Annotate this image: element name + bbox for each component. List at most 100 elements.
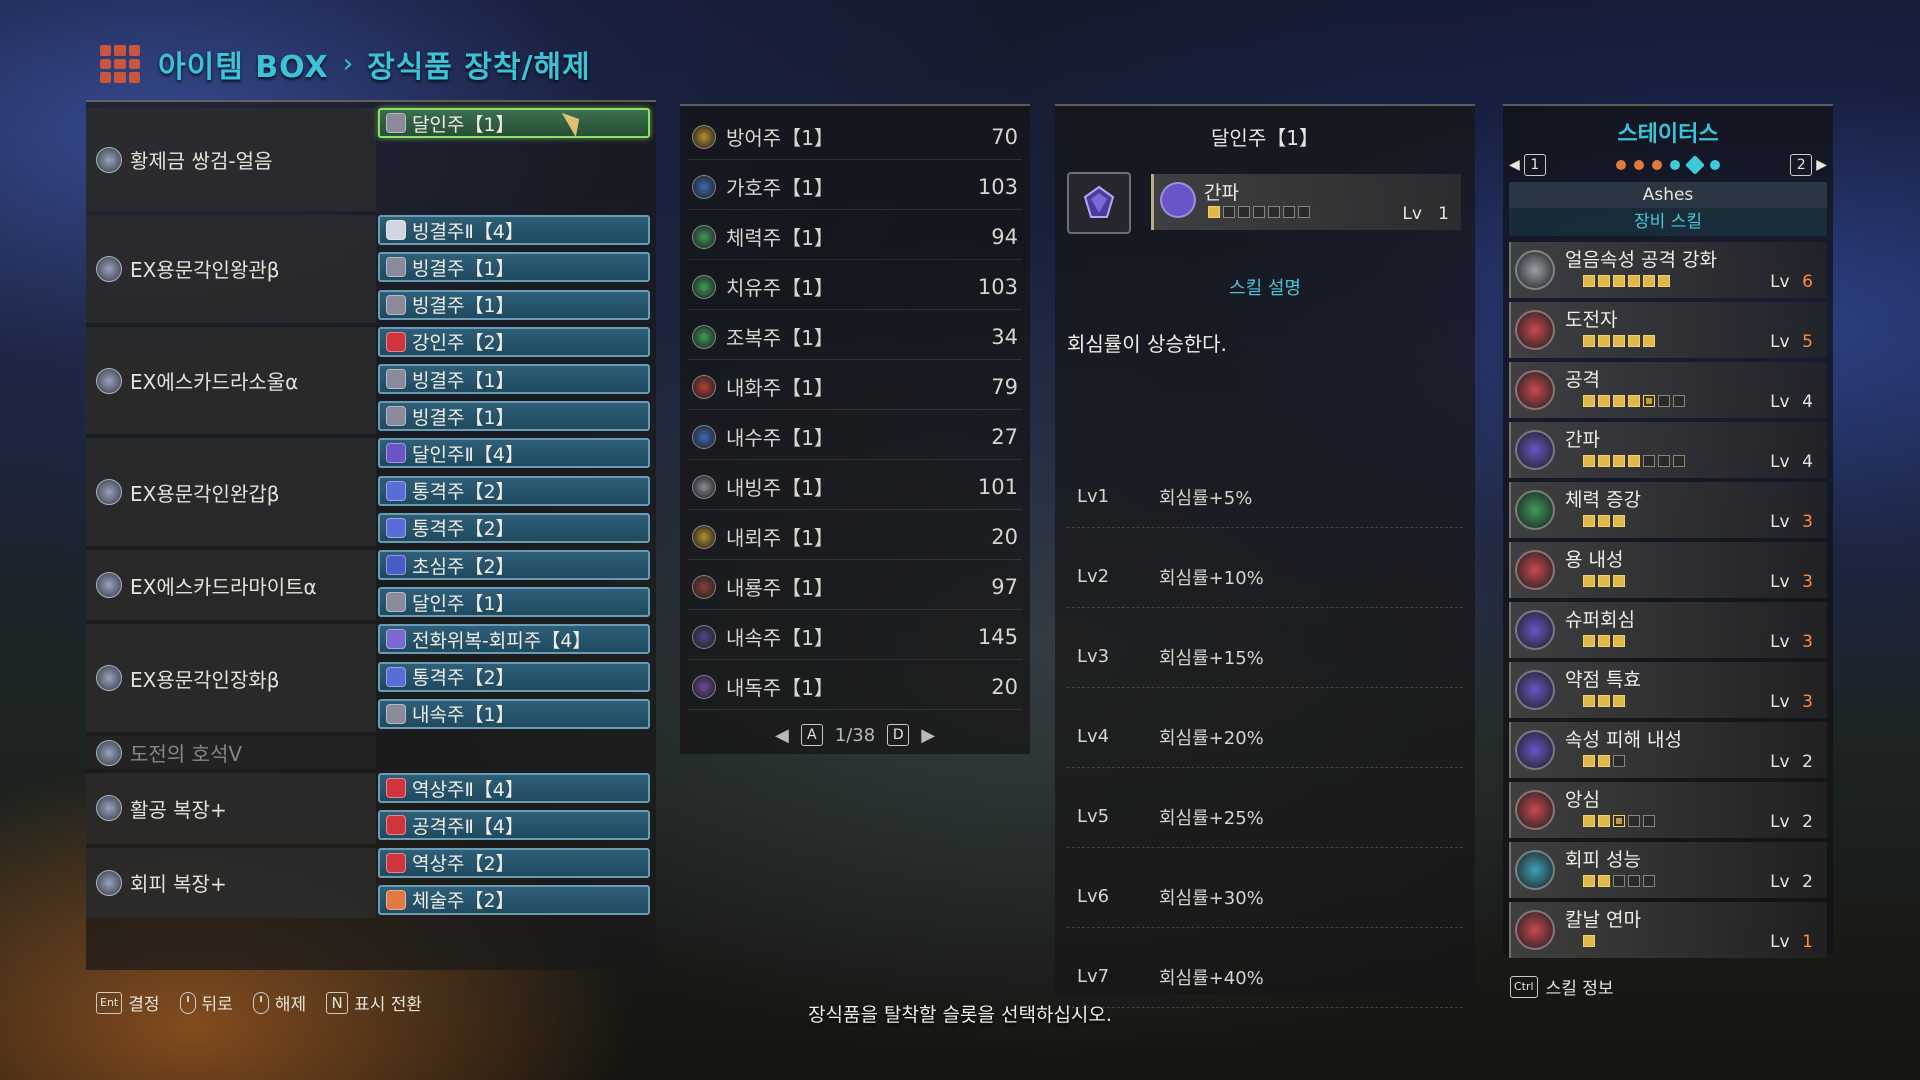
decoration-list-item[interactable]: 치유주【1】 103 <box>688 264 1022 310</box>
decoration-slot[interactable]: 체술주【2】 <box>378 884 650 915</box>
equipment-row[interactable]: EX용문각인장화β <box>86 624 376 732</box>
armor-piece-icon <box>96 665 122 692</box>
decoration-slot[interactable]: 달인주【1】 <box>378 587 650 618</box>
decoration-gem-icon <box>386 815 406 836</box>
decoration-list-item[interactable]: 내속주【1】 145 <box>688 614 1022 660</box>
decoration-slot[interactable]: 빙결주【1】 <box>378 401 650 432</box>
decoration-slot[interactable]: 강인주【2】 <box>378 326 650 357</box>
decoration-slot[interactable]: 달인주【1】 <box>378 108 650 138</box>
title-item-box: 아이템 BOX <box>158 50 329 85</box>
decoration-slot[interactable]: 내속주【1】 <box>378 698 650 729</box>
decoration-slot[interactable]: 달인주Ⅱ【4】 <box>378 438 650 469</box>
decoration-slot[interactable]: 빙결주【1】 <box>378 252 650 283</box>
decoration-gem-icon <box>692 274 716 299</box>
armor-piece-icon <box>96 795 122 822</box>
equip-skill-row[interactable]: 공격 Lv 4 <box>1509 362 1827 418</box>
skill-icon <box>1515 850 1555 890</box>
level-effect: 회심률+5% <box>1159 487 1253 509</box>
chevron-right-icon[interactable]: ▶ <box>1816 157 1827 173</box>
equipment-row[interactable]: 회피 복장+ <box>86 847 376 918</box>
equipment-name: 회피 복장+ <box>130 872 227 897</box>
decoration-count: 94 <box>991 224 1018 249</box>
equip-skill-row[interactable]: 속성 피해 내성 Lv 2 <box>1509 722 1827 778</box>
set-prev-key[interactable]: 1 <box>1523 154 1546 176</box>
equipment-row[interactable]: EX용문각인왕관β <box>86 215 376 323</box>
equip-skill-row[interactable]: 앙심 Lv 2 <box>1509 782 1827 838</box>
level-label: Lv4 <box>1077 726 1110 747</box>
decoration-slot[interactable]: 빙결주【1】 <box>378 364 650 394</box>
detail-skill-chip: 간파 Lv 1 <box>1151 174 1461 230</box>
equipment-panel: 황제금 쌍검-얼음 달인주【1】 EX용문각인왕관β 빙결주Ⅱ【4】 빙결주【1】 빙결주… <box>86 100 656 970</box>
equipment-row[interactable]: EX용문각인완갑β <box>86 438 376 546</box>
decoration-list-item[interactable]: 내수주【1】 27 <box>688 414 1022 460</box>
level-label: Lv1 <box>1077 486 1110 507</box>
decoration-name: 내속주【1】 <box>726 626 834 650</box>
equip-skill-row[interactable]: 용 내성 Lv 3 <box>1509 542 1827 598</box>
decoration-slot[interactable]: 통격주【2】 <box>378 661 650 692</box>
chevron-left-icon[interactable]: ◀ <box>1509 157 1520 173</box>
decoration-gem-icon <box>386 517 406 538</box>
decoration-list-item[interactable]: 체력주【1】 94 <box>688 214 1022 260</box>
slot-label: 초심주【2】 <box>412 555 515 578</box>
slot-label: 달인주Ⅱ【4】 <box>412 443 524 466</box>
decoration-list-item[interactable]: 내룡주【1】 97 <box>688 564 1022 610</box>
skill-level-pips <box>1583 875 1655 887</box>
detail-skill-level: Lv 1 <box>1402 204 1449 224</box>
equip-skill-row[interactable]: 간파 Lv 4 <box>1509 422 1827 478</box>
skill-level: Lv 5 <box>1770 332 1813 352</box>
slot-label: 달인주【1】 <box>412 592 515 615</box>
decoration-slot[interactable]: 전화위복-회피주【4】 <box>378 624 650 655</box>
decoration-list-item[interactable]: 내독주【1】 20 <box>688 664 1022 710</box>
next-page-key[interactable]: D <box>887 724 910 746</box>
skill-level-row: Lv6 회심률+30% <box>1067 866 1463 928</box>
equipment-row[interactable]: EX에스카드라마이트α <box>86 550 376 621</box>
equip-skill-row[interactable]: 슈퍼회심 Lv 3 <box>1509 602 1827 658</box>
equipment-row[interactable]: 황제금 쌍검-얼음 <box>86 108 376 212</box>
equip-skill-row[interactable]: 얼음속성 공격 강화 Lv 6 <box>1509 242 1827 298</box>
decoration-list-item[interactable]: 방어주【1】 70 <box>688 114 1022 160</box>
decoration-slot[interactable]: 역상주Ⅱ【4】 <box>378 773 650 804</box>
decoration-slot[interactable]: 초심주【2】 <box>378 550 650 580</box>
decoration-slot[interactable]: 빙결주Ⅱ【4】 <box>378 215 650 246</box>
equip-skill-row[interactable]: 도전자 Lv 5 <box>1509 302 1827 358</box>
decoration-gem-icon <box>692 174 716 199</box>
decoration-list-item[interactable]: 내뢰주【1】 20 <box>688 514 1022 560</box>
equip-skill-row[interactable]: 체력 증강 Lv 3 <box>1509 482 1827 538</box>
slot-label: 내속주【1】 <box>412 704 515 727</box>
title-separator: › <box>342 49 354 79</box>
skill-icon <box>1515 730 1555 770</box>
set-next-key[interactable]: 2 <box>1790 154 1813 176</box>
armor-piece-icon <box>96 479 122 506</box>
decoration-slot[interactable]: 빙결주【1】 <box>378 289 650 320</box>
decoration-count: 70 <box>991 124 1018 149</box>
decoration-list-item[interactable]: 내화주【1】 79 <box>688 364 1022 410</box>
decoration-gem-icon <box>386 369 406 389</box>
decoration-list-item[interactable]: 조복주【1】 34 <box>688 314 1022 360</box>
equip-skill-row[interactable]: 회피 성능 Lv 2 <box>1509 842 1827 898</box>
chevron-left-icon[interactable]: ◀ <box>775 725 789 746</box>
skill-info-hint[interactable]: Ctrl 스킬 정보 <box>1510 974 1614 999</box>
skill-name: 용 내성 <box>1565 549 1624 571</box>
skill-level-value: 2 <box>1802 872 1813 892</box>
decoration-slot[interactable]: 통격주【2】 <box>378 475 650 506</box>
prev-page-key[interactable]: A <box>800 724 823 746</box>
equip-skill-row[interactable]: 약점 특효 Lv 3 <box>1509 662 1827 718</box>
pager: ◀ A 1/38 D ▶ <box>680 724 1030 746</box>
level-effect: 회심률+30% <box>1159 887 1264 909</box>
skill-level-pips <box>1583 575 1625 587</box>
equipment-name: 도전의 호석Ⅴ <box>130 742 243 767</box>
equip-skill-row[interactable]: 칼날 연마 Lv 1 <box>1509 902 1827 958</box>
equipment-row[interactable]: 활공 복장+ <box>86 773 376 844</box>
chevron-right-icon[interactable]: ▶ <box>921 725 935 746</box>
decoration-gem-icon <box>692 424 716 449</box>
equipment-row[interactable]: 도전의 호석Ⅴ <box>86 736 376 770</box>
equipment-row[interactable]: EX에스카드라소울α <box>86 326 376 435</box>
decoration-slot[interactable]: 역상주【2】 <box>378 847 650 878</box>
decoration-list-item[interactable]: 내빙주【1】 101 <box>688 464 1022 510</box>
equipment-name: EX용문각인완갑β <box>130 481 280 506</box>
decoration-slot[interactable]: 통격주【2】 <box>378 512 650 543</box>
decoration-list-item[interactable]: 가호주【1】 103 <box>688 164 1022 210</box>
decoration-slot[interactable]: 공격주Ⅱ【4】 <box>378 810 650 841</box>
decoration-gem-icon <box>692 524 716 549</box>
decoration-gem-icon <box>386 703 406 724</box>
